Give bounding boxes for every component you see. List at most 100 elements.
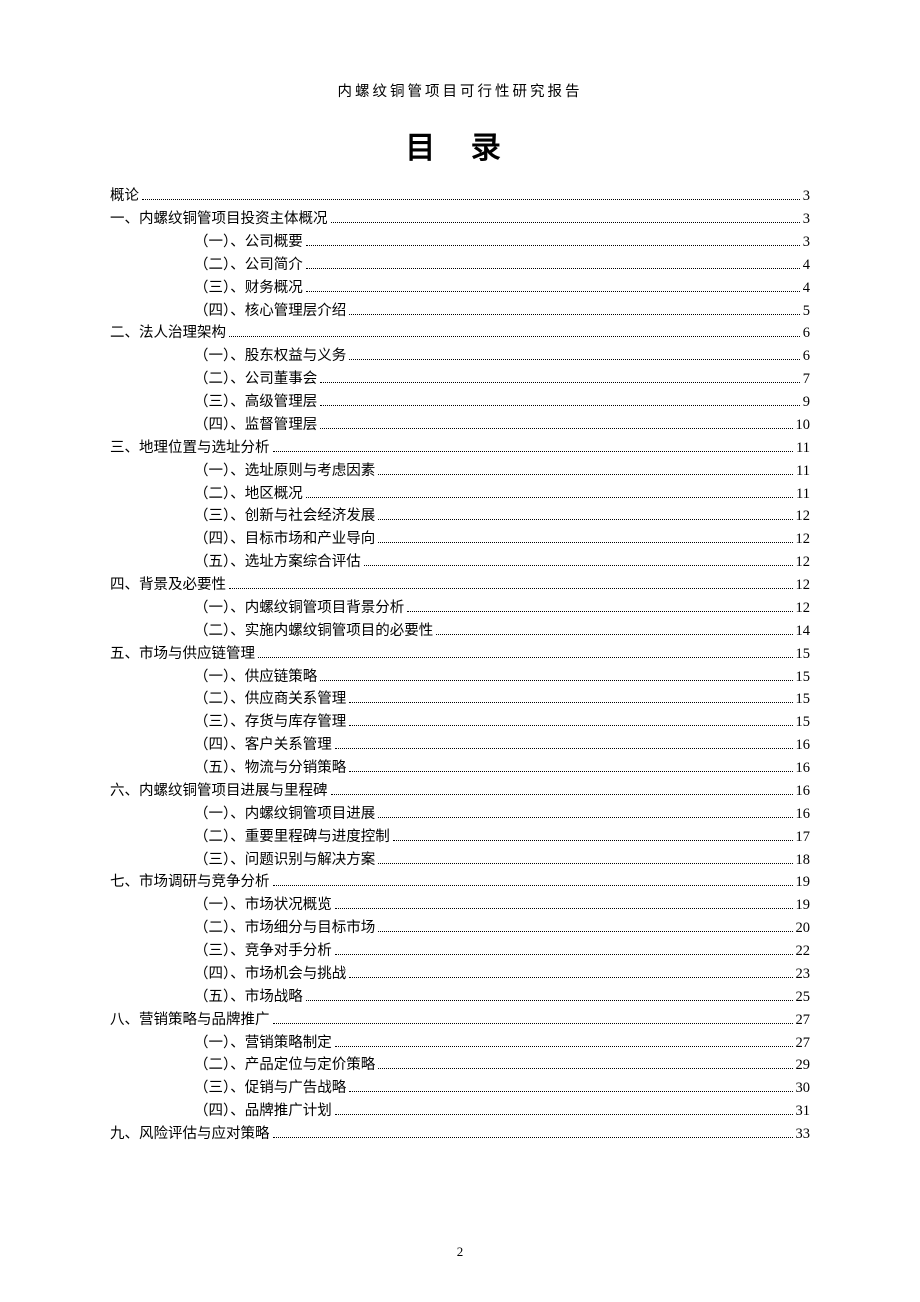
- toc-entry[interactable]: 四、背景及必要性12: [110, 574, 810, 597]
- toc-entry[interactable]: （二）、公司董事会 7: [110, 368, 810, 391]
- toc-entry-label: 五、市场与供应链管理: [110, 647, 255, 662]
- toc-entry[interactable]: （五）、选址方案综合评估12: [110, 551, 810, 574]
- toc-dots: [364, 564, 793, 566]
- toc-entry[interactable]: （二）、重要里程碑与进度控制 17: [110, 826, 810, 849]
- toc-entry-page: 23: [796, 967, 811, 982]
- toc-entry[interactable]: （一）、内螺纹铜管项目背景分析12: [110, 597, 810, 620]
- toc-dots: [335, 1045, 793, 1047]
- toc-entry[interactable]: （四）、监督管理层10: [110, 414, 810, 437]
- toc-entry[interactable]: （三）、创新与社会经济发展12: [110, 505, 810, 528]
- toc-entry-page: 6: [803, 326, 810, 341]
- toc-entry[interactable]: （四）、核心管理层介绍5: [110, 299, 810, 322]
- toc-entry[interactable]: （三）、存货与库存管理15: [110, 711, 810, 734]
- document-page: 内螺纹铜管项目可行性研究报告 目 录 概论3一、内螺纹铜管项目投资主体概况3（一…: [0, 0, 920, 1302]
- toc-entry-page: 19: [796, 875, 811, 890]
- toc-entry-label: （二）、产品定位与定价策略: [194, 1058, 375, 1073]
- toc-entry-label: （二）、地区概况: [194, 487, 303, 502]
- toc-entry[interactable]: （二）、公司简介4: [110, 254, 810, 277]
- toc-dots: [273, 450, 794, 452]
- toc-entry-label: （三）、竞争对手分析: [194, 944, 332, 959]
- toc-entry[interactable]: （二）、产品定位与定价策略29: [110, 1054, 810, 1077]
- toc-entry-label: （一）、营销策略制定: [194, 1036, 332, 1051]
- toc-entry[interactable]: （三）、财务概况 4: [110, 277, 810, 300]
- toc-entry-page: 15: [796, 692, 811, 707]
- toc-entry[interactable]: 八、营销策略与品牌推广27: [110, 1009, 810, 1032]
- toc-entry[interactable]: （三）、促销与广告战略30: [110, 1077, 810, 1100]
- toc-entry-page: 31: [796, 1104, 811, 1119]
- toc-entry[interactable]: （一）、市场状况概览19: [110, 894, 810, 917]
- toc-entry[interactable]: （一）、股东权益与义务 6: [110, 345, 810, 368]
- toc-entry-page: 3: [803, 189, 810, 204]
- toc-dots: [306, 290, 800, 292]
- toc-entry[interactable]: （三）、高级管理层9: [110, 391, 810, 414]
- toc-entry-page: 14: [796, 624, 811, 639]
- toc-dots: [273, 884, 793, 886]
- toc-entry[interactable]: （一）、营销策略制定27: [110, 1031, 810, 1054]
- toc-dots: [229, 335, 800, 337]
- toc-entry[interactable]: （三）、问题识别与解决方案18: [110, 848, 810, 871]
- toc-entry[interactable]: 六、内螺纹铜管项目进展与里程碑16: [110, 780, 810, 803]
- toc-entry-page: 6: [803, 349, 810, 364]
- toc-entry[interactable]: （四）、客户关系管理 16: [110, 734, 810, 757]
- toc-entry[interactable]: （四）、市场机会与挑战 23: [110, 963, 810, 986]
- toc-entry-label: （二）、供应商关系管理: [194, 692, 346, 707]
- toc-entry-page: 11: [796, 464, 810, 479]
- toc-entry-page: 11: [796, 487, 810, 502]
- toc-entry[interactable]: （五）、市场战略25: [110, 986, 810, 1009]
- toc-entry-label: （四）、客户关系管理: [194, 738, 332, 753]
- toc-entry-page: 30: [796, 1081, 811, 1096]
- page-number: 2: [0, 1244, 920, 1260]
- toc-entry-page: 33: [796, 1127, 811, 1142]
- toc-entry-label: （四）、市场机会与挑战: [194, 967, 346, 982]
- toc-entry-label: 九、风险评估与应对策略: [110, 1127, 270, 1142]
- toc-entry[interactable]: （一）、内螺纹铜管项目进展16: [110, 803, 810, 826]
- toc-entry[interactable]: （一）、选址原则与考虑因素11: [110, 460, 810, 483]
- toc-entry-label: （一）、股东权益与义务: [194, 349, 346, 364]
- toc-entry-page: 3: [803, 212, 810, 227]
- toc-entry[interactable]: 二、法人治理架构6: [110, 322, 810, 345]
- toc-entry[interactable]: （一）、公司概要3: [110, 231, 810, 254]
- toc-entry[interactable]: （二）、地区概况 11: [110, 482, 810, 505]
- toc-entry[interactable]: （三）、竞争对手分析22: [110, 940, 810, 963]
- toc-entry[interactable]: 概论 3: [110, 185, 810, 208]
- toc-entry-label: （二）、公司董事会: [194, 372, 317, 387]
- toc-entry-label: （五）、物流与分销策略: [194, 761, 346, 776]
- toc-entry[interactable]: （二）、实施内螺纹铜管项目的必要性14: [110, 620, 810, 643]
- toc-entry-page: 17: [796, 830, 811, 845]
- document-header: 内螺纹铜管项目可行性研究报告: [110, 80, 810, 101]
- toc-entry-label: 四、背景及必要性: [110, 578, 226, 593]
- toc-dots: [393, 839, 793, 841]
- toc-dots: [335, 907, 793, 909]
- toc-entry[interactable]: 七、市场调研与竞争分析 19: [110, 871, 810, 894]
- toc-entry[interactable]: （四）、品牌推广计划31: [110, 1100, 810, 1123]
- toc-entry[interactable]: （一）、供应链策略15: [110, 665, 810, 688]
- toc-entry[interactable]: 五、市场与供应链管理15: [110, 643, 810, 666]
- toc-dots: [349, 701, 792, 703]
- toc-entry[interactable]: （二）、供应商关系管理 15: [110, 688, 810, 711]
- toc-entry[interactable]: 一、内螺纹铜管项目投资主体概况3: [110, 208, 810, 231]
- toc-entry[interactable]: （二）、市场细分与目标市场 20: [110, 917, 810, 940]
- toc-entry-label: （二）、重要里程碑与进度控制: [194, 830, 390, 845]
- toc-entry[interactable]: （五）、物流与分销策略16: [110, 757, 810, 780]
- toc-entry-page: 16: [796, 738, 811, 753]
- toc-entry-label: 概论: [110, 189, 139, 204]
- toc-entry-page: 7: [803, 372, 810, 387]
- toc-entry-label: 七、市场调研与竞争分析: [110, 875, 270, 890]
- toc-dots: [273, 1136, 793, 1138]
- toc-dots: [378, 1067, 792, 1069]
- toc-dots: [349, 724, 792, 726]
- toc-dots: [378, 541, 792, 543]
- toc-entry-label: （三）、财务概况: [194, 281, 303, 296]
- toc-entry-label: 六、内螺纹铜管项目进展与里程碑: [110, 784, 328, 799]
- toc-dots: [335, 953, 793, 955]
- toc-entry-label: （二）、市场细分与目标市场: [194, 921, 375, 936]
- toc-entry[interactable]: 九、风险评估与应对策略 33: [110, 1123, 810, 1146]
- toc-entry[interactable]: 三、地理位置与选址分析11: [110, 437, 810, 460]
- toc-entry[interactable]: （四）、目标市场和产业导向12: [110, 528, 810, 551]
- toc-entry-page: 27: [796, 1013, 811, 1028]
- toc-entry-page: 4: [803, 281, 810, 296]
- toc-dots: [320, 404, 800, 406]
- toc-entry-page: 20: [796, 921, 811, 936]
- toc-entry-page: 12: [796, 601, 811, 616]
- toc-entry-page: 3: [803, 235, 810, 250]
